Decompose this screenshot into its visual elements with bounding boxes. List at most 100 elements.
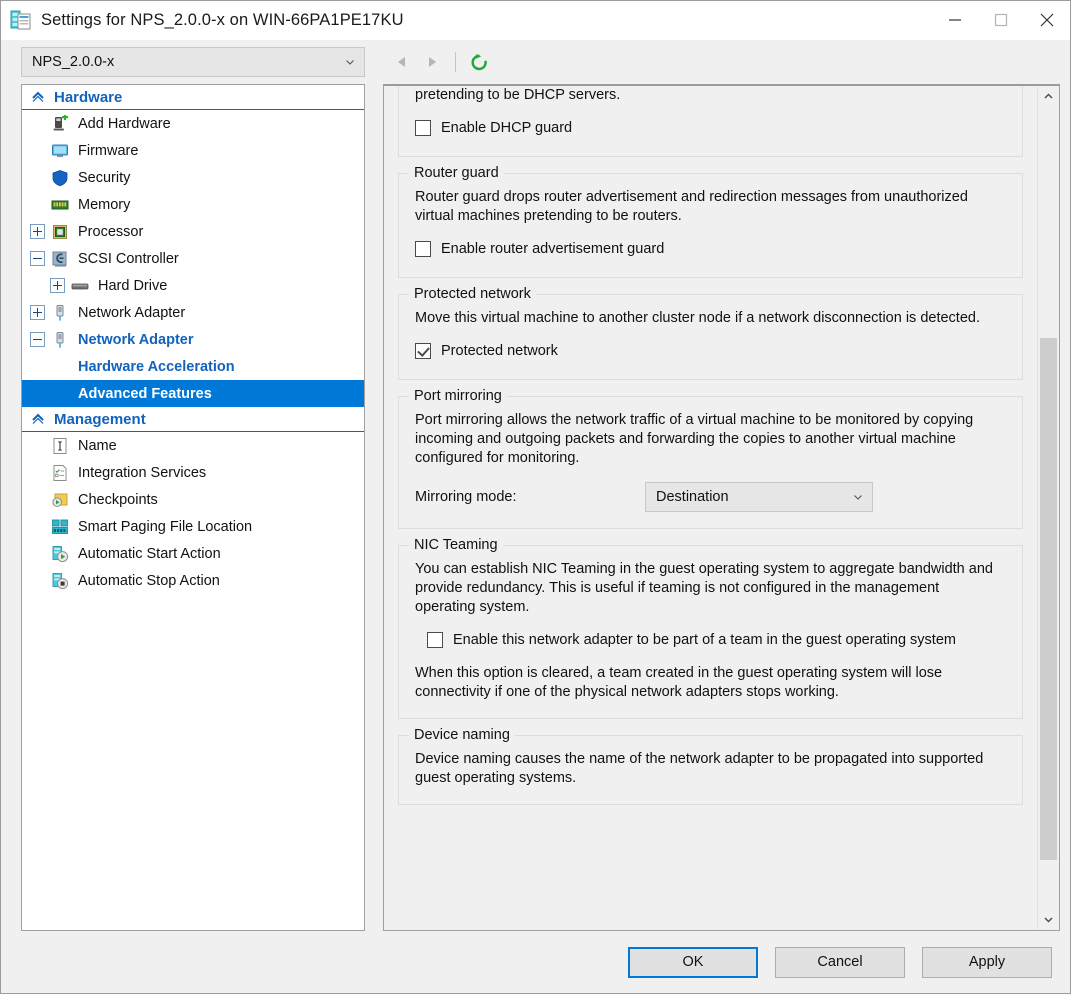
maximize-button[interactable] (978, 1, 1024, 39)
back-button[interactable] (387, 47, 417, 77)
group-port-mirroring: Port mirroring Port mirroring allows the… (398, 396, 1023, 529)
vm-selector-combobox[interactable]: NPS_2.0.0-x (21, 47, 365, 77)
name-text-icon (50, 436, 70, 456)
forward-button[interactable] (417, 47, 447, 77)
sidebar-item-network-adapter-1[interactable]: Network Adapter (22, 299, 364, 326)
close-button[interactable] (1024, 1, 1070, 39)
network-adapter-icon (50, 330, 70, 350)
sidebar-item-checkpoints[interactable]: Checkpoints (22, 486, 364, 513)
sidebar-item-memory[interactable]: Memory (22, 191, 364, 218)
toolbar-separator (455, 52, 456, 72)
sidebar-item-firmware[interactable]: Firmware (22, 137, 364, 164)
settings-navigation-tree[interactable]: Hardware Add Hardware (21, 84, 365, 931)
enable-router-guard-checkbox-row[interactable]: Enable router advertisement guard (415, 240, 1006, 259)
enable-nic-teaming-label: Enable this network adapter to be part o… (453, 631, 956, 650)
vm-selector-value: NPS_2.0.0-x (32, 54, 344, 70)
settings-content-pane: pretending to be DHCP servers. Enable DH… (383, 84, 1060, 931)
protected-network-checkbox-row[interactable]: Protected network (415, 342, 1006, 361)
memory-stick-icon (50, 195, 70, 215)
forward-arrow-icon (424, 54, 440, 70)
sidebar-item-smart-paging-file-location[interactable]: Smart Paging File Location (22, 513, 364, 540)
refresh-icon (470, 53, 489, 72)
sidebar-item-label: Integration Services (78, 465, 206, 481)
expander-minus-icon[interactable] (30, 332, 45, 347)
port-mirroring-title: Port mirroring (409, 388, 507, 404)
enable-router-advertisement-guard-checkbox[interactable] (415, 241, 431, 257)
sidebar-item-integration-services[interactable]: Integration Services (22, 459, 364, 486)
expander-plus-icon[interactable] (30, 224, 45, 239)
group-device-naming: Device naming Device naming causes the n… (398, 735, 1023, 805)
sidebar-item-label: Add Hardware (78, 116, 171, 132)
scrollbar-up-button[interactable] (1038, 86, 1059, 107)
group-nic-teaming: NIC Teaming You can establish NIC Teamin… (398, 545, 1023, 719)
expander-minus-icon[interactable] (30, 251, 45, 266)
tree-section-management[interactable]: Management (22, 407, 364, 432)
sidebar-item-security[interactable]: Security (22, 164, 364, 191)
sidebar-item-advanced-features[interactable]: Advanced Features (22, 380, 364, 407)
sidebar-item-label: Checkpoints (78, 492, 158, 508)
dhcp-guard-description: pretending to be DHCP servers. (415, 86, 1000, 105)
tree-section-label: Hardware (54, 89, 122, 106)
sidebar-item-label: SCSI Controller (78, 251, 179, 267)
settings-window: Settings for NPS_2.0.0-x on WIN-66PA1PE1… (0, 0, 1071, 994)
sidebar-item-label: Memory (78, 197, 130, 213)
sidebar-item-label: Automatic Start Action (78, 546, 221, 562)
scrollbar-thumb[interactable] (1040, 338, 1057, 860)
nic-teaming-checkbox-row[interactable]: Enable this network adapter to be part o… (415, 631, 1006, 650)
tree-section-hardware[interactable]: Hardware (22, 85, 364, 110)
maximize-icon (994, 13, 1008, 27)
content-scrollbar[interactable] (1037, 86, 1059, 930)
window-title: Settings for NPS_2.0.0-x on WIN-66PA1PE1… (41, 11, 404, 30)
tree-root: Hardware Add Hardware (22, 85, 364, 594)
mirroring-mode-select[interactable]: Destination (645, 482, 873, 512)
enable-router-advertisement-guard-label: Enable router advertisement guard (441, 240, 664, 259)
scsi-controller-icon (50, 249, 70, 269)
hard-drive-icon (70, 276, 90, 296)
router-guard-title: Router guard (409, 165, 504, 181)
sidebar-item-automatic-start-action[interactable]: Automatic Start Action (22, 540, 364, 567)
title-bar: Settings for NPS_2.0.0-x on WIN-66PA1PE1… (1, 1, 1070, 40)
sidebar-item-label: Smart Paging File Location (78, 519, 252, 535)
device-naming-title: Device naming (409, 727, 515, 743)
back-arrow-icon (394, 54, 410, 70)
group-dhcp-guard: pretending to be DHCP servers. Enable DH… (398, 86, 1023, 157)
cancel-button[interactable]: Cancel (775, 947, 905, 978)
expander-plus-icon[interactable] (30, 305, 45, 320)
sidebar-item-hard-drive[interactable]: Hard Drive (22, 272, 364, 299)
chevron-up-icon (1043, 91, 1054, 102)
add-hardware-icon (50, 114, 70, 134)
group-protected-network: Protected network Move this virtual mach… (398, 294, 1023, 380)
expander-plus-icon[interactable] (50, 278, 65, 293)
toolbar: NPS_2.0.0-x (1, 40, 1070, 84)
protected-network-checkbox[interactable] (415, 343, 431, 359)
enable-nic-teaming-checkbox[interactable] (427, 632, 443, 648)
sidebar-item-name[interactable]: Name (22, 432, 364, 459)
router-guard-description: Router guard drops router advertisement … (415, 188, 1000, 226)
scrollbar-down-button[interactable] (1038, 909, 1059, 930)
sidebar-item-label: Advanced Features (78, 386, 212, 402)
dialog-footer: OK Cancel Apply (1, 931, 1070, 993)
apply-button[interactable]: Apply (922, 947, 1052, 978)
sidebar-item-scsi-controller[interactable]: SCSI Controller (22, 245, 364, 272)
sidebar-item-add-hardware[interactable]: Add Hardware (22, 110, 364, 137)
sidebar-item-hardware-acceleration[interactable]: Hardware Acceleration (22, 353, 364, 380)
mirroring-mode-label: Mirroring mode: (415, 489, 645, 505)
ok-button[interactable]: OK (628, 947, 758, 978)
protected-network-description: Move this virtual machine to another clu… (415, 309, 1000, 328)
enable-dhcp-guard-checkbox[interactable] (415, 120, 431, 136)
chevron-up-icon (30, 411, 46, 427)
auto-start-icon (50, 544, 70, 564)
sidebar-item-label: Processor (78, 224, 143, 240)
sidebar-item-automatic-stop-action[interactable]: Automatic Stop Action (22, 567, 364, 594)
refresh-button[interactable] (464, 47, 494, 77)
minimize-button[interactable] (932, 1, 978, 39)
mirroring-mode-value: Destination (656, 489, 852, 505)
group-router-guard: Router guard Router guard drops router a… (398, 173, 1023, 278)
enable-dhcp-guard-checkbox-row[interactable]: Enable DHCP guard (415, 119, 1006, 138)
sidebar-item-processor[interactable]: Processor (22, 218, 364, 245)
sidebar-item-network-adapter-2[interactable]: Network Adapter (22, 326, 364, 353)
device-naming-description: Device naming causes the name of the net… (415, 750, 1000, 788)
sidebar-item-label: Name (78, 438, 117, 454)
security-shield-icon (50, 168, 70, 188)
tree-section-label: Management (54, 411, 146, 428)
